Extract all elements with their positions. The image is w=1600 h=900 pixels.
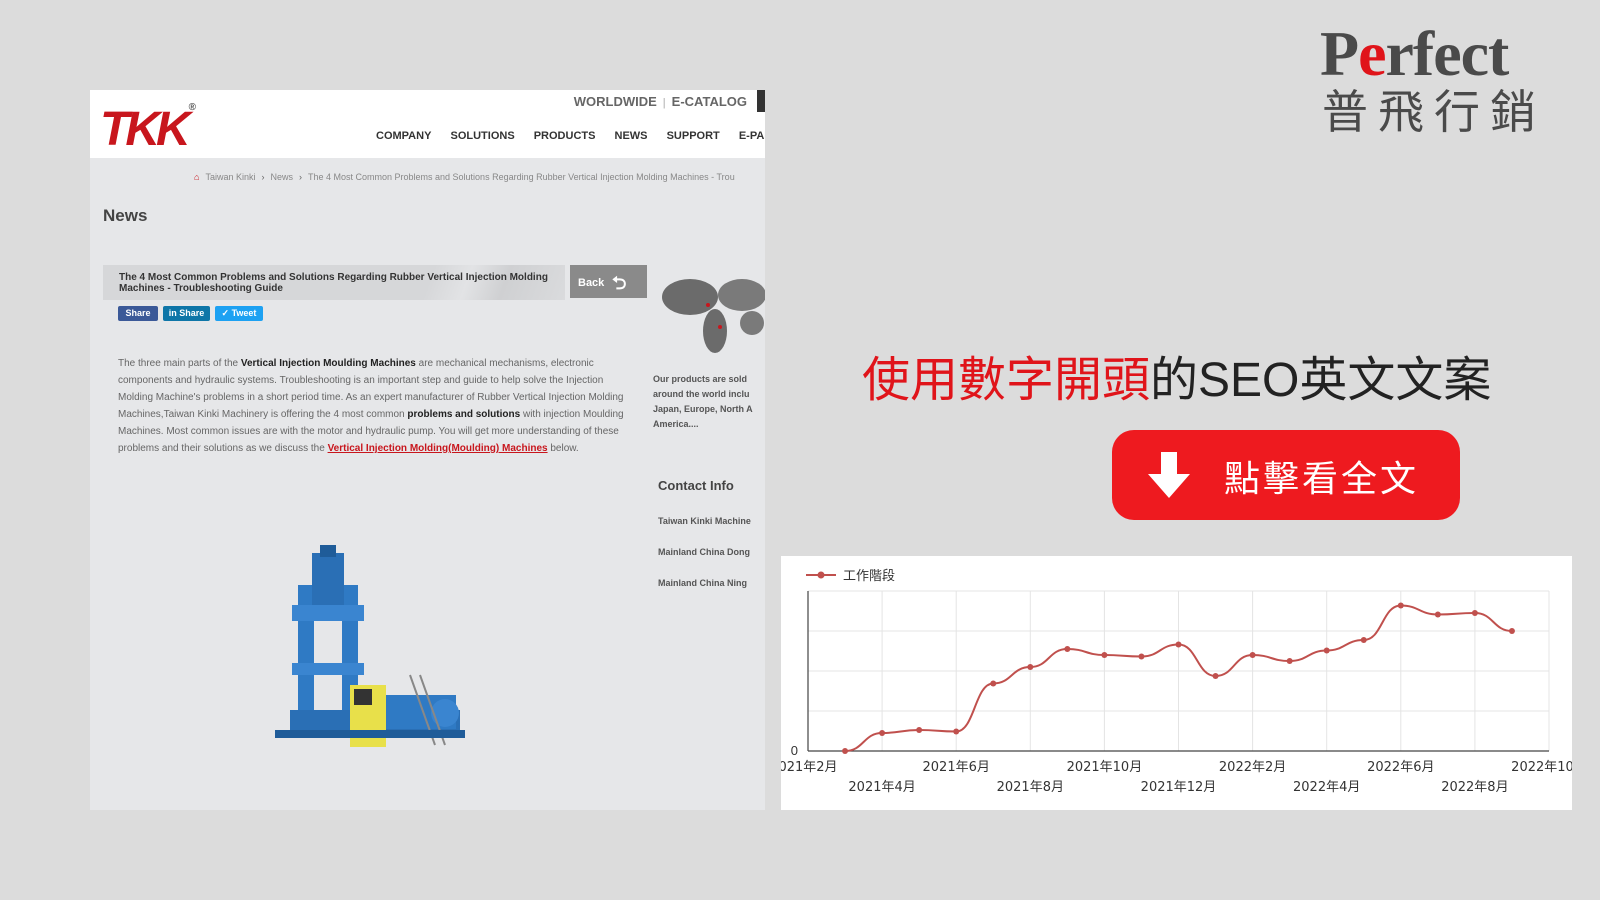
- article-text: The three main parts of the: [118, 358, 241, 369]
- arrow-down-icon: [1148, 452, 1190, 498]
- back-button[interactable]: Back ⮌: [570, 265, 647, 298]
- article-title-bar: The 4 Most Common Problems and Solutions…: [103, 265, 565, 300]
- brand-name-zh: 普飛行銷: [1322, 86, 1546, 138]
- headline-highlight: 使用數字開頭: [862, 354, 1151, 407]
- legend-marker: [817, 571, 825, 579]
- brand-name-en: Perfect: [1320, 22, 1509, 86]
- read-full-article-button[interactable]: 點擊看全文: [1112, 430, 1460, 520]
- x-tick-label: 2021年4月: [848, 780, 915, 795]
- main-nav: COMPANY SOLUTIONS PRODUCTS NEWS SUPPORT …: [376, 130, 765, 142]
- products-line: Our products are sold: [653, 374, 748, 384]
- headline-rest: 的SEO英文文案: [1150, 354, 1492, 407]
- nav-company[interactable]: COMPANY: [376, 130, 431, 142]
- return-arrow-icon: ⮌: [612, 273, 627, 293]
- contact-item[interactable]: Taiwan Kinki Machine: [658, 516, 751, 526]
- headline: 使用數字開頭的SEO英文文案: [862, 340, 1491, 410]
- linkedin-share-button[interactable]: in Share: [163, 306, 210, 321]
- contact-item[interactable]: Mainland China Ning: [658, 578, 747, 588]
- injection-machine-image: [275, 545, 465, 747]
- perfect-brand-logo: Perfect 普飛行銷: [1320, 22, 1580, 142]
- y-tick-label: 0: [791, 743, 798, 758]
- series-point: [1027, 664, 1034, 670]
- series-point: [953, 728, 960, 735]
- x-tick-label: 2022年10月: [1511, 760, 1572, 775]
- cta-label: 點擊看全文: [1224, 458, 1420, 499]
- x-tick-label: 2021年12月: [1141, 780, 1217, 795]
- nav-news[interactable]: NEWS: [615, 130, 648, 142]
- article-title: The 4 Most Common Problems and Solutions…: [119, 272, 548, 294]
- products-line: America....: [653, 419, 699, 429]
- article-body: The three main parts of the Vertical Inj…: [118, 355, 633, 457]
- back-label: Back: [578, 277, 605, 289]
- x-tick-label: 2021年10月: [1067, 760, 1143, 775]
- nav-products[interactable]: PRODUCTS: [534, 130, 596, 142]
- x-tick-label: 2021年8月: [997, 780, 1064, 795]
- chevron-right-icon: ›: [298, 172, 302, 182]
- article-link[interactable]: Vertical Injection Molding(Moulding) Mac…: [328, 443, 548, 454]
- series-point: [1323, 647, 1330, 654]
- series-point: [916, 727, 923, 733]
- tkk-logo[interactable]: TKK ®: [100, 102, 196, 157]
- world-map-image: [662, 279, 765, 353]
- breadcrumb-taiwan-kinki[interactable]: Taiwan Kinki: [205, 172, 255, 182]
- brand-letter: P: [1320, 18, 1359, 89]
- nav-solutions[interactable]: SOLUTIONS: [450, 130, 514, 142]
- twitter-icon: ✓: [221, 308, 232, 318]
- topbar-edge: [757, 90, 765, 112]
- series-point: [1471, 610, 1478, 616]
- website-screenshot: TKK ® WORLDWIDE | E-CATALOG COMPANY SOLUTIO…: [90, 90, 765, 810]
- series-point: [879, 730, 886, 736]
- x-tick-label: 2022年4月: [1293, 780, 1360, 795]
- facebook-share-button[interactable]: Share: [118, 306, 158, 321]
- breadcrumb: ⌂ Taiwan Kinki › News › The 4 Most Common Pro…: [194, 172, 735, 182]
- twitter-tweet-button[interactable]: ✓ Tweet: [215, 306, 263, 321]
- series-point: [1138, 653, 1145, 660]
- series-point: [1101, 652, 1108, 658]
- series-point: [990, 680, 997, 687]
- series-point: [1212, 673, 1219, 679]
- products-line: around the world inclu: [653, 389, 750, 399]
- series-point: [1286, 658, 1293, 664]
- contact-info-heading: Contact Info: [658, 478, 734, 493]
- products-sold-text: Our products are sold around the world i…: [653, 372, 763, 432]
- x-tick-label: 2022年6月: [1367, 760, 1434, 775]
- breadcrumb-current: The 4 Most Common Problems and Solutions…: [307, 172, 735, 182]
- home-icon[interactable]: ⌂: [194, 172, 199, 182]
- series-point: [1249, 652, 1256, 658]
- linkedin-icon: in: [168, 308, 180, 318]
- contact-item[interactable]: Mainland China Dong: [658, 547, 750, 557]
- article-bold: Vertical Injection Moulding Machines: [240, 358, 416, 369]
- products-line: Japan, Europe, North A: [653, 404, 753, 414]
- series-point: [1397, 602, 1404, 609]
- legend-label: 工作階段: [843, 569, 895, 584]
- chart-svg: 0 021年2月 2021年6月 2021年10月 2022年2月 2022年6月 2022…: [781, 569, 1572, 795]
- ecatalog-link[interactable]: E-CATALOG: [672, 94, 747, 109]
- brand-accent-letter: e: [1358, 18, 1386, 89]
- site-header: TKK ® WORLDWIDE | E-CATALOG COMPANY SOLUTIO…: [90, 90, 765, 158]
- series-point: [1434, 611, 1441, 618]
- nav-epaper[interactable]: E-PAPER: [739, 130, 765, 142]
- series-point: [1508, 628, 1515, 634]
- series-point: [1360, 637, 1367, 643]
- x-tick-label: 021年2月: [781, 760, 838, 775]
- top-links: WORLDWIDE | E-CATALOG: [573, 94, 747, 109]
- series-point: [1175, 641, 1182, 648]
- breadcrumb-news[interactable]: News: [270, 172, 293, 182]
- worldwide-link[interactable]: WORLDWIDE: [574, 94, 657, 109]
- nav-support[interactable]: SUPPORT: [667, 130, 720, 142]
- article-bold: problems and solutions: [407, 409, 521, 420]
- x-tick-label: 2022年8月: [1441, 780, 1508, 795]
- sessions-line-chart: 0 021年2月 2021年6月 2021年10月 2022年2月 2022年6月 2022…: [781, 556, 1572, 810]
- series-point: [1064, 646, 1071, 652]
- chevron-right-icon: ›: [261, 172, 265, 182]
- linkedin-share-label: Share: [179, 308, 205, 318]
- x-tick-label: 2021年6月: [923, 760, 990, 775]
- brand-letters: rfect: [1385, 18, 1510, 89]
- x-tick-label: 2022年2月: [1219, 760, 1286, 775]
- page-title: News: [103, 206, 148, 225]
- article-text: below.: [547, 443, 579, 454]
- series-point: [842, 748, 849, 754]
- tweet-label: Tweet: [231, 308, 257, 318]
